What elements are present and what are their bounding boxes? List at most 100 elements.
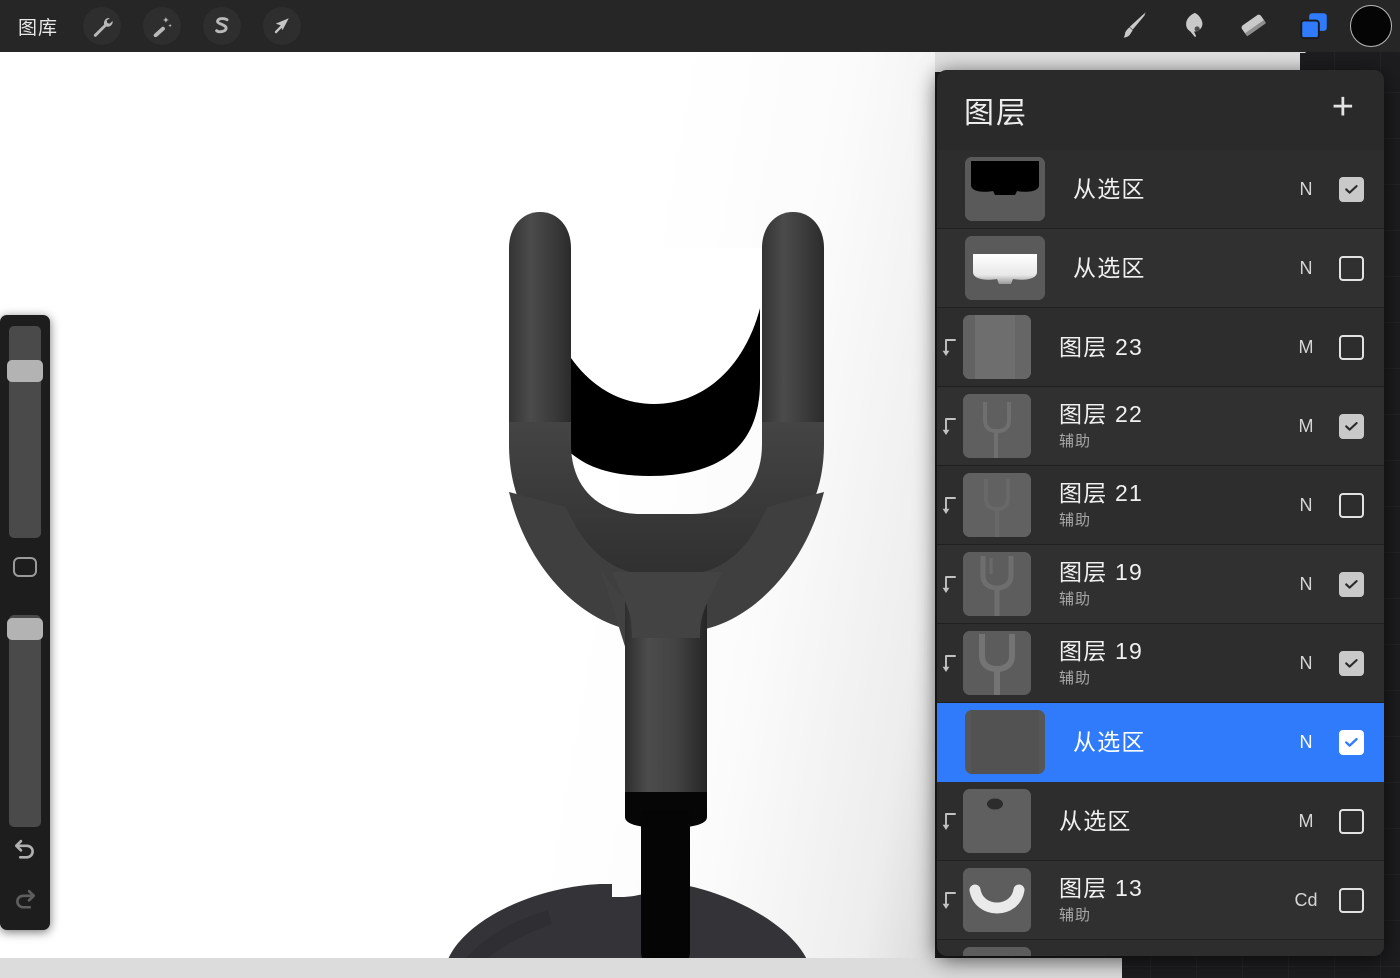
layer-sublabel: 辅助 bbox=[1059, 509, 1283, 530]
layer-row[interactable]: 图层 22辅助M bbox=[937, 387, 1384, 466]
layer-thumbnail[interactable] bbox=[963, 631, 1031, 695]
actions-wrench-button[interactable] bbox=[83, 7, 121, 45]
layer-blend-mode[interactable]: N bbox=[1283, 495, 1329, 516]
layers-panel: 图层 + 从选区N 从选区N 图层 23M 图层 22辅助M 图层 21辅助N … bbox=[937, 70, 1384, 956]
clipping-mask-icon bbox=[942, 891, 959, 910]
layer-name-group: 图层 23 bbox=[1031, 334, 1283, 360]
layer-row[interactable]: 从选区M bbox=[937, 782, 1384, 861]
layer-row[interactable]: 图层 13辅助Cd bbox=[937, 861, 1384, 940]
layer-thumbnail[interactable] bbox=[963, 315, 1031, 379]
add-layer-button[interactable]: + bbox=[1328, 88, 1358, 132]
layer-row[interactable]: 图层 23M bbox=[937, 308, 1384, 387]
layer-name: 图层 13 bbox=[1059, 875, 1283, 901]
checkmark-icon bbox=[1344, 659, 1359, 668]
layer-blend-mode[interactable]: N bbox=[1283, 653, 1329, 674]
adjustments-wand-button[interactable] bbox=[143, 7, 181, 45]
canvas-area[interactable] bbox=[0, 52, 935, 978]
color-swatch-button[interactable] bbox=[1350, 5, 1392, 47]
layer-blend-mode[interactable]: M bbox=[1283, 416, 1329, 437]
layer-thumbnail[interactable] bbox=[963, 473, 1031, 537]
layer-sublabel: 辅助 bbox=[1059, 667, 1283, 688]
wrench-icon bbox=[91, 15, 113, 37]
layer-name-group: 图层 21辅助 bbox=[1031, 480, 1283, 530]
clipping-mask-icon bbox=[942, 654, 959, 673]
layer-row[interactable]: 图层 21辅助N bbox=[937, 466, 1384, 545]
magic-wand-icon bbox=[151, 15, 173, 37]
layer-row[interactable]: 从选区N bbox=[937, 150, 1384, 229]
layer-row[interactable]: 从选区N bbox=[937, 229, 1384, 308]
layer-thumbnail[interactable] bbox=[963, 552, 1031, 616]
layer-name: 图层 22 bbox=[1059, 401, 1283, 427]
layer-name-group: 图层 22辅助 bbox=[1031, 401, 1283, 451]
layers-tool-button[interactable] bbox=[1284, 0, 1344, 52]
layer-thumbnail[interactable] bbox=[965, 236, 1045, 300]
layers-icon bbox=[1297, 9, 1331, 43]
layer-blend-mode[interactable]: N bbox=[1283, 732, 1329, 753]
transform-button[interactable] bbox=[263, 7, 301, 45]
opacity-slider[interactable] bbox=[9, 615, 41, 827]
layer-name-group: 图层 13辅助 bbox=[1031, 875, 1283, 925]
brush-tool-button[interactable] bbox=[1104, 0, 1164, 52]
selection-button[interactable] bbox=[203, 7, 241, 45]
layer-visibility-checkbox[interactable] bbox=[1339, 809, 1364, 834]
clipping-mask-indicator bbox=[937, 575, 963, 594]
layer-visibility-checkbox[interactable] bbox=[1339, 651, 1364, 676]
layer-blend-mode[interactable]: N bbox=[1283, 574, 1329, 595]
layer-visibility-checkbox[interactable] bbox=[1339, 572, 1364, 597]
clipping-mask-icon bbox=[942, 812, 959, 831]
clipping-mask-indicator bbox=[937, 891, 963, 910]
layer-visibility-checkbox[interactable] bbox=[1339, 493, 1364, 518]
clipping-mask-indicator bbox=[937, 496, 963, 515]
eraser-tool-button[interactable] bbox=[1224, 0, 1284, 52]
brush-size-slider-thumb[interactable] bbox=[7, 360, 43, 382]
layer-sublabel: 辅助 bbox=[1059, 588, 1283, 609]
layer-blend-mode[interactable]: M bbox=[1283, 337, 1329, 358]
layer-thumbnail[interactable] bbox=[963, 868, 1031, 932]
brush-size-slider[interactable] bbox=[9, 326, 41, 538]
layer-row[interactable] bbox=[937, 940, 1384, 956]
layer-blend-mode[interactable]: N bbox=[1283, 179, 1329, 200]
clipping-mask-indicator bbox=[937, 338, 963, 357]
layer-blend-mode[interactable]: M bbox=[1283, 811, 1329, 832]
layer-row[interactable]: 从选区N bbox=[937, 703, 1384, 782]
layer-list[interactable]: 从选区N 从选区N 图层 23M 图层 22辅助M 图层 21辅助N 图层 19… bbox=[937, 150, 1384, 956]
layer-thumbnail[interactable] bbox=[965, 710, 1045, 774]
smudge-tool-button[interactable] bbox=[1164, 0, 1224, 52]
layer-thumbnail[interactable] bbox=[963, 947, 1031, 956]
layer-visibility-checkbox[interactable] bbox=[1339, 414, 1364, 439]
checkmark-icon bbox=[1344, 422, 1359, 431]
clipping-mask-icon bbox=[942, 496, 959, 515]
transform-icon bbox=[271, 15, 293, 37]
layer-name: 图层 19 bbox=[1059, 559, 1283, 585]
fork-tip bbox=[641, 810, 690, 972]
layer-row[interactable]: 图层 19辅助N bbox=[937, 624, 1384, 703]
opacity-slider-thumb[interactable] bbox=[7, 618, 43, 640]
fork-prong-right bbox=[762, 212, 824, 442]
layer-name: 图层 23 bbox=[1059, 334, 1283, 360]
layer-thumbnail[interactable] bbox=[963, 789, 1031, 853]
redo-button[interactable] bbox=[10, 883, 40, 913]
procreate-app: 图库 bbox=[0, 0, 1400, 978]
layers-panel-header: 图层 + bbox=[937, 70, 1384, 150]
undo-button[interactable] bbox=[10, 833, 40, 863]
modify-button[interactable] bbox=[13, 557, 37, 577]
layer-name: 从选区 bbox=[1073, 176, 1283, 202]
layer-name-group: 从选区 bbox=[1045, 729, 1283, 755]
fork-prong-left bbox=[509, 212, 571, 442]
smudge-icon bbox=[1177, 9, 1211, 43]
clipping-mask-indicator bbox=[937, 417, 963, 436]
layer-row[interactable]: 图层 19 辅助N bbox=[937, 545, 1384, 624]
top-toolbar-right-group bbox=[1104, 0, 1400, 52]
layer-visibility-checkbox[interactable] bbox=[1339, 256, 1364, 281]
gallery-button[interactable]: 图库 bbox=[0, 0, 72, 52]
layer-visibility-checkbox[interactable] bbox=[1339, 177, 1364, 202]
layer-blend-mode[interactable]: Cd bbox=[1283, 890, 1329, 911]
layer-visibility-checkbox[interactable] bbox=[1339, 888, 1364, 913]
layer-visibility-checkbox[interactable] bbox=[1339, 730, 1364, 755]
clipping-mask-indicator bbox=[937, 812, 963, 831]
layer-blend-mode[interactable]: N bbox=[1283, 258, 1329, 279]
checkmark-icon bbox=[1344, 738, 1359, 747]
layer-thumbnail[interactable] bbox=[963, 394, 1031, 458]
layer-thumbnail[interactable] bbox=[965, 157, 1045, 221]
layer-visibility-checkbox[interactable] bbox=[1339, 335, 1364, 360]
